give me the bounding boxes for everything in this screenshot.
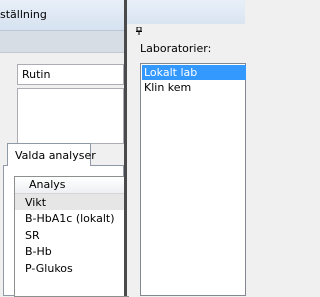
- table-row[interactable]: B-HbA1c (lokalt): [15, 210, 130, 226]
- main-form-panel: Rutin Valda analyser Analys Vikt B-HbA1c…: [0, 31, 130, 297]
- analyses-table: Analys Vikt B-HbA1c (lokalt) SR B-Hb P-G…: [14, 176, 130, 297]
- list-item-label: Lokalt lab: [144, 66, 198, 79]
- window-title: ställning: [0, 8, 47, 21]
- tab-valda-analyser[interactable]: Valda analyser: [7, 143, 96, 166]
- laboratories-list[interactable]: Lokalt lab Klin kem: [140, 63, 246, 296]
- toolbar-strip: [0, 31, 124, 53]
- table-cell: B-HbA1c (lokalt): [25, 212, 115, 225]
- list-item[interactable]: Lokalt lab: [142, 65, 246, 80]
- tab-page-valda-analyser: Analys Vikt B-HbA1c (lokalt) SR B-Hb P-G…: [3, 165, 130, 297]
- laboratories-panel: Laboratorier: Lokalt lab Klin kem: [127, 24, 246, 296]
- column-header-label: Analys: [29, 178, 66, 191]
- table-cell: B-Hb: [25, 245, 52, 258]
- list-item[interactable]: Klin kem: [142, 80, 246, 95]
- routine-dropdown-value: Rutin: [22, 68, 51, 81]
- table-row[interactable]: Vikt: [15, 194, 130, 210]
- table-cell: SR: [25, 229, 40, 242]
- laboratories-label: Laboratorier:: [140, 42, 212, 55]
- list-item-label: Klin kem: [144, 81, 192, 94]
- pin-icon[interactable]: [135, 27, 143, 35]
- tab-label: Valda analyser: [15, 149, 96, 162]
- routine-dropdown[interactable]: Rutin: [17, 64, 124, 85]
- notes-field[interactable]: [17, 88, 124, 144]
- table-cell: P-Glukos: [25, 262, 73, 275]
- table-row[interactable]: P-Glukos: [15, 260, 130, 276]
- table-row[interactable]: SR: [15, 227, 130, 243]
- table-cell: Vikt: [25, 196, 47, 209]
- analyses-column-header[interactable]: Analys: [15, 177, 130, 194]
- table-row[interactable]: B-Hb: [15, 243, 130, 259]
